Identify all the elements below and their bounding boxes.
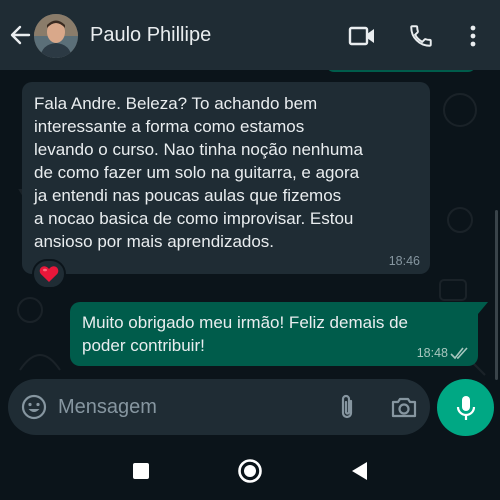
- contact-name[interactable]: Paulo Phillipe: [90, 24, 211, 47]
- incoming-message[interactable]: Fala Andre. Beleza? To achando bem inter…: [22, 82, 430, 274]
- camera-button[interactable]: [389, 393, 419, 421]
- more-options-icon: [470, 25, 476, 47]
- read-receipt-icon: [450, 347, 468, 360]
- phone-icon: [410, 25, 432, 47]
- scrollbar[interactable]: [495, 210, 498, 380]
- microphone-icon: [456, 395, 475, 420]
- message-composer: [8, 379, 430, 435]
- home-button[interactable]: [236, 457, 264, 485]
- emoji-button[interactable]: [20, 393, 48, 421]
- emoji-icon: [21, 394, 47, 420]
- message-time: 18:46: [388, 254, 420, 268]
- recents-button[interactable]: [127, 457, 155, 485]
- outgoing-message[interactable]: Muito obrigado meu irmão! Feliz demais d…: [70, 302, 478, 366]
- message-time: 18:48: [416, 346, 448, 360]
- back-triangle-icon: [352, 462, 367, 480]
- back-nav-button[interactable]: [345, 457, 373, 485]
- attach-button[interactable]: [334, 392, 360, 422]
- paperclip-icon: [341, 394, 353, 419]
- home-circle-icon: [238, 459, 262, 483]
- previous-message-edge: [326, 70, 476, 72]
- message-text: Fala Andre. Beleza? To achando bem inter…: [34, 94, 363, 251]
- more-options-button[interactable]: [459, 22, 487, 50]
- contact-avatar[interactable]: [34, 14, 78, 58]
- message-text: Muito obrigado meu irmão! Feliz demais d…: [82, 313, 408, 355]
- camera-icon: [391, 397, 417, 418]
- video-call-button[interactable]: [348, 22, 376, 50]
- recents-square-icon: [133, 463, 149, 479]
- chat-header: Paulo Phillipe: [0, 0, 500, 70]
- voice-message-button[interactable]: [437, 379, 494, 436]
- outgoing-bubble-tail: [478, 302, 488, 314]
- video-call-icon: [348, 26, 374, 46]
- voice-call-button[interactable]: [407, 22, 435, 50]
- message-input[interactable]: [58, 389, 318, 425]
- message-reaction[interactable]: [32, 259, 66, 289]
- back-button[interactable]: [8, 22, 32, 48]
- back-arrow-icon: [10, 25, 31, 45]
- heart-icon: [39, 266, 59, 282]
- system-navigation-bar: [0, 442, 500, 500]
